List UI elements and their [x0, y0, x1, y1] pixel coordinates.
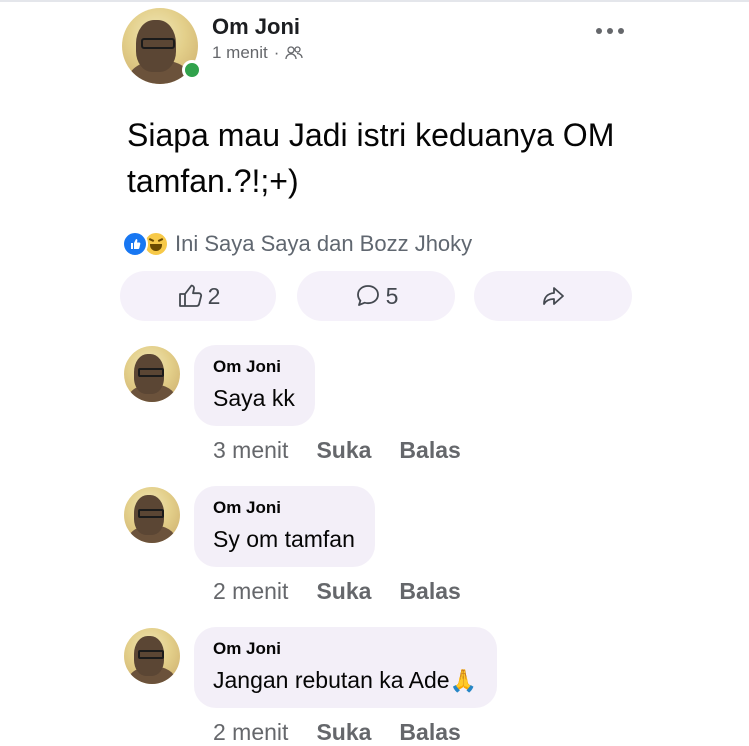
comment-time[interactable]: 3 menit [213, 437, 288, 464]
comment-text: Sy om tamfan [213, 526, 355, 552]
more-options-icon[interactable] [596, 24, 626, 38]
comment-count: 5 [385, 282, 399, 309]
comment-bubble: Om Joni Saya kk [194, 345, 315, 426]
comment-author[interactable]: Om Joni [213, 639, 477, 659]
like-button[interactable]: 2 [120, 271, 276, 321]
group-privacy-icon [285, 46, 304, 60]
comment-avatar[interactable] [124, 346, 180, 402]
comment-author[interactable]: Om Joni [213, 498, 355, 518]
comment-meta: 2 menit Suka Balas [213, 719, 461, 746]
top-divider [0, 0, 749, 2]
comment-text: Jangan rebutan ka Ade [213, 667, 450, 693]
post-time[interactable]: 1 menit [212, 43, 268, 63]
reactions-summary[interactable]: Ini Saya Saya dan Bozz Jhoky [122, 231, 472, 257]
comment-reply-button[interactable]: Balas [399, 578, 460, 605]
comment-text-wrapper: Jangan rebutan ka Ade🙏 [213, 667, 477, 694]
comment-button[interactable]: 5 [297, 271, 455, 321]
comment-like-button[interactable]: Suka [316, 719, 371, 746]
share-icon [543, 287, 564, 305]
post-text: Siapa mau Jadi istri keduanya OM tamfan.… [127, 117, 615, 199]
comment-meta: 2 menit Suka Balas [213, 578, 461, 605]
comment-like-button[interactable]: Suka [316, 437, 371, 464]
comment-time[interactable]: 2 menit [213, 719, 288, 746]
like-reaction-icon [122, 231, 148, 257]
comment-reply-button[interactable]: Balas [399, 437, 460, 464]
comment-bubble: Om Joni Jangan rebutan ka Ade🙏 [194, 627, 497, 708]
post-meta: 1 menit · [212, 43, 304, 63]
comment-reply-button[interactable]: Balas [399, 719, 460, 746]
like-count: 2 [207, 282, 221, 309]
comment-time[interactable]: 2 menit [213, 578, 288, 605]
praying-hands-emoji: 🙏 [449, 668, 477, 693]
comment-icon [356, 285, 379, 306]
comment-like-button[interactable]: Suka [316, 578, 371, 605]
comment-text: Saya kk [213, 385, 295, 411]
thumbs-up-icon [178, 284, 202, 307]
meta-separator: · [273, 43, 280, 62]
post-author-name[interactable]: Om Joni [212, 14, 300, 40]
comment-avatar[interactable] [124, 628, 180, 684]
online-status-indicator [182, 60, 202, 80]
comment-bubble: Om Joni Sy om tamfan [194, 486, 375, 567]
comment-meta: 3 menit Suka Balas [213, 437, 461, 464]
reactions-text: Ini Saya Saya dan Bozz Jhoky [175, 231, 473, 256]
share-button[interactable] [474, 271, 632, 321]
comment-author[interactable]: Om Joni [213, 357, 295, 377]
comment-avatar[interactable] [124, 487, 180, 543]
